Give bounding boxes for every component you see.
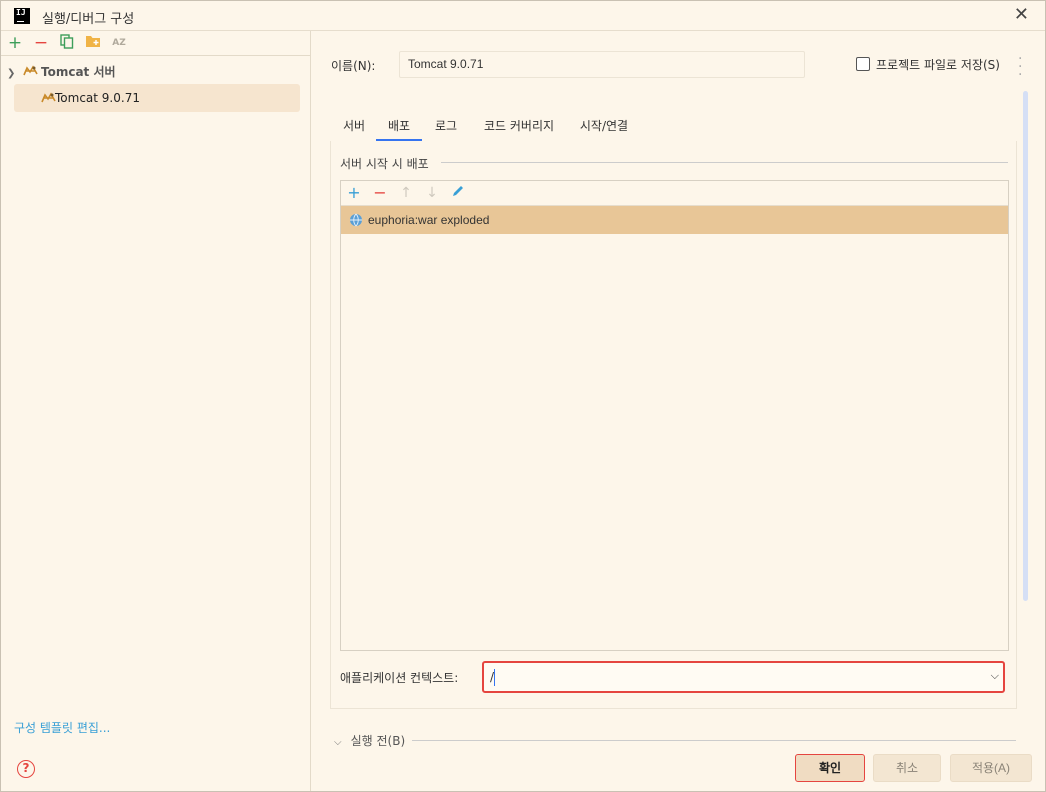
app-context-combobox[interactable]: / ⌵ (482, 661, 1005, 693)
chevron-down-icon[interactable]: ⌵ (991, 669, 999, 683)
apply-button[interactable]: 적용(A) (950, 754, 1032, 782)
before-launch-divider (412, 740, 1016, 741)
tab-deployment[interactable]: 배포 (376, 113, 422, 141)
globe-icon (350, 213, 362, 227)
vertical-scrollbar[interactable] (1023, 91, 1028, 601)
remove-icon[interactable]: − (32, 34, 50, 52)
tab-logs[interactable]: 로그 (422, 113, 470, 141)
tomcat-icon (23, 65, 38, 76)
artifact-label: euphoria:war exploded (368, 213, 490, 227)
tree-group-tomcat[interactable]: ❯ Tomcat 서버 (7, 58, 116, 86)
arrow-up-icon[interactable]: ↑ (397, 184, 415, 202)
deployment-list: + − ↑ ↓ euphoria:war exploded (340, 180, 1009, 651)
title-bar: IJ 실행/디버그 구성 ✕ (1, 1, 1045, 31)
app-context-label: 애플리케이션 컨텍스트: (340, 671, 459, 685)
tab-server[interactable]: 서버 (330, 113, 378, 141)
deploy-section-title: 서버 시작 시 배포 (340, 157, 429, 171)
copy-icon[interactable] (58, 34, 76, 52)
artifact-row[interactable]: euphoria:war exploded (341, 206, 1008, 234)
more-options-icon[interactable]: · · · (1018, 52, 1022, 82)
folder-add-icon[interactable] (84, 34, 102, 52)
ok-button[interactable]: 확인 (795, 754, 865, 782)
config-details-panel: 이름(N): Tomcat 9.0.71 프로젝트 파일로 저장(S) · · · … (312, 31, 1046, 749)
intellij-logo-icon: IJ (14, 8, 30, 24)
tree-item-label: Tomcat 9.0.71 (55, 91, 140, 105)
store-as-project-file-label: 프로젝트 파일로 저장(S) (876, 58, 1000, 72)
window-title: 실행/디버그 구성 (42, 12, 135, 27)
run-debug-config-dialog: IJ 실행/디버그 구성 ✕ + − AZ ❯ Tomcat 서버 Tomcat … (0, 0, 1046, 792)
remove-icon[interactable]: − (371, 184, 389, 202)
before-launch-label: 실행 전(B) (350, 734, 406, 748)
add-icon[interactable]: + (345, 184, 363, 202)
deployment-toolbar: + − ↑ ↓ (341, 181, 1008, 206)
tab-code-coverage[interactable]: 코드 커버리지 (470, 113, 568, 141)
close-icon[interactable]: ✕ (1014, 5, 1029, 25)
chevron-down-icon[interactable]: ⌵ (334, 737, 342, 748)
tab-startup-connection[interactable]: 시작/연결 (568, 113, 640, 141)
config-toolbar: + − AZ (1, 31, 310, 56)
section-divider (441, 162, 1008, 163)
sort-az-icon[interactable]: AZ (110, 34, 128, 52)
name-label: 이름(N): (331, 59, 376, 73)
text-caret (494, 669, 495, 686)
name-field[interactable]: Tomcat 9.0.71 (399, 51, 805, 78)
add-icon[interactable]: + (6, 34, 24, 52)
config-tree-panel: + − AZ ❯ Tomcat 서버 Tomcat 9.0.71 구성 템플릿 편… (1, 31, 311, 791)
store-as-project-file-checkbox[interactable] (856, 57, 870, 71)
help-icon[interactable]: ? (17, 760, 35, 778)
tree-item-tomcat-9071[interactable]: Tomcat 9.0.71 (14, 84, 300, 112)
cancel-button[interactable]: 취소 (873, 754, 941, 782)
deployment-tab-panel: 서버 시작 시 배포 + − ↑ ↓ euphoria:war exploded (330, 141, 1017, 709)
tree-group-label: Tomcat 서버 (41, 65, 116, 79)
edit-templates-link[interactable]: 구성 템플릿 편집... (14, 719, 110, 736)
tomcat-icon (41, 92, 56, 103)
edit-pencil-icon[interactable] (449, 184, 467, 202)
before-launch-section[interactable]: ⌵ 실행 전(B) (334, 732, 405, 749)
arrow-down-icon[interactable]: ↓ (423, 184, 441, 202)
